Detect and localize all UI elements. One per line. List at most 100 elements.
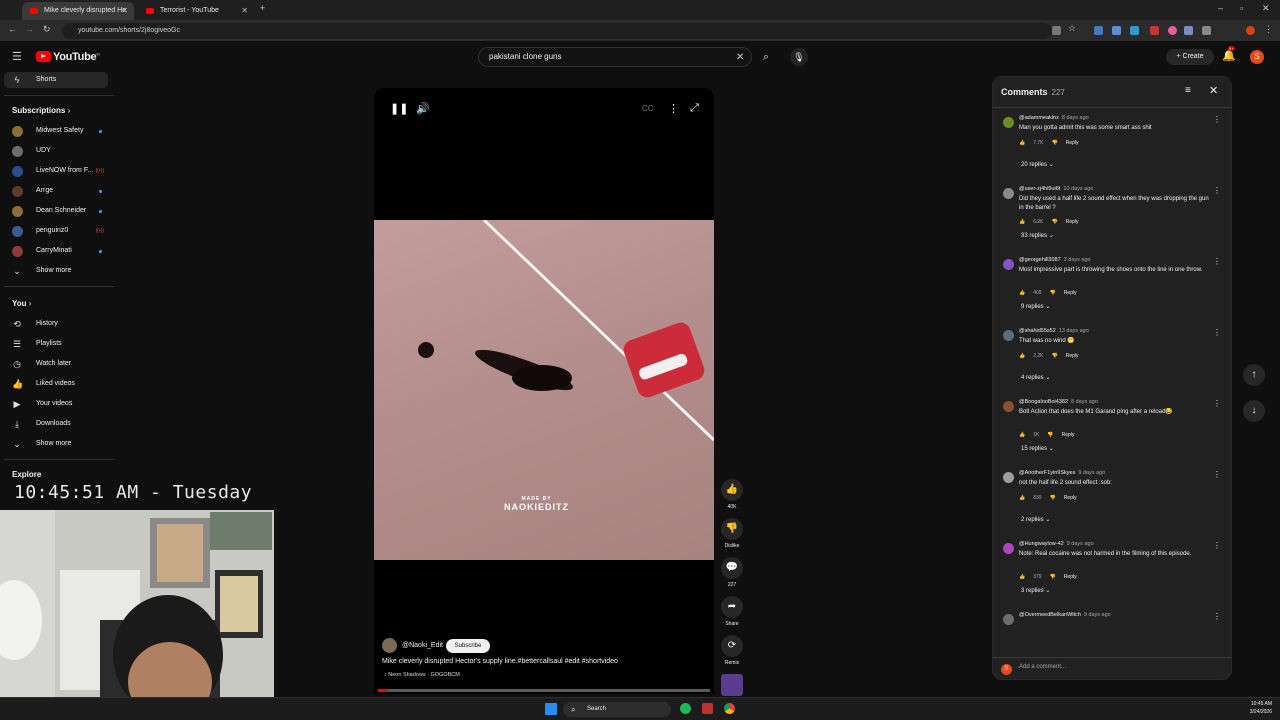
- taskbar-search[interactable]: ⌕ Search: [563, 702, 671, 717]
- cast-icon[interactable]: [1052, 26, 1061, 35]
- next-short-button[interactable]: ↓: [1243, 400, 1265, 422]
- pause-icon[interactable]: ❚❚: [390, 102, 408, 115]
- app-icon[interactable]: [702, 703, 713, 714]
- sidebar-item-shorts[interactable]: ϟ Shorts: [4, 72, 108, 88]
- comment-like-button[interactable]: 👍: [1019, 140, 1025, 146]
- create-button[interactable]: + Create: [1166, 49, 1214, 65]
- previous-short-button[interactable]: ↑: [1243, 364, 1265, 386]
- comment-replies-toggle[interactable]: 15 replies ⌄: [1021, 445, 1054, 452]
- extension-icon[interactable]: [1094, 26, 1103, 35]
- chrome-icon[interactable]: [724, 703, 735, 714]
- comment-replies-toggle[interactable]: 20 replies ⌄: [1021, 161, 1054, 168]
- comment-menu-icon[interactable]: ⋮: [1213, 115, 1221, 124]
- forward-icon[interactable]: →: [25, 24, 34, 34]
- browser-menu-icon[interactable]: ⋮: [1264, 24, 1273, 35]
- captions-icon[interactable]: CC: [642, 104, 654, 113]
- comment-dislike-button[interactable]: 👎: [1050, 290, 1056, 296]
- comment-dislike-button[interactable]: 👎: [1052, 353, 1058, 359]
- comment-reply-button[interactable]: Reply: [1062, 432, 1075, 438]
- browser-tab-active[interactable]: Mike cleverly disrupted He ✕: [22, 2, 134, 20]
- system-clock[interactable]: 10:45 AM 3/24/2026: [1250, 700, 1272, 716]
- comment-like-button[interactable]: 👍: [1019, 353, 1025, 359]
- comment-replies-toggle[interactable]: 3 replies ⌄: [1021, 587, 1050, 594]
- remix-button[interactable]: ⟳ Remix: [720, 635, 744, 666]
- comment-author[interactable]: @OvermeedBelkanWitch: [1019, 612, 1081, 618]
- more-options-icon[interactable]: ⋮: [668, 102, 679, 115]
- sidebar-subscription[interactable]: Dean Schneider: [4, 203, 108, 219]
- browser-tab[interactable]: Terrorist - YouTube ✕: [138, 2, 254, 20]
- url-field[interactable]: youtube.com/shorts/2j8ogiveoGc: [62, 23, 1052, 39]
- sidebar-subscription[interactable]: Arrge: [4, 183, 108, 199]
- bookmark-star-icon[interactable]: ☆: [1068, 23, 1076, 34]
- spotify-icon[interactable]: [680, 703, 691, 714]
- close-icon[interactable]: ✕: [1209, 84, 1218, 97]
- comment-avatar[interactable]: [1003, 472, 1014, 483]
- comment-menu-icon[interactable]: ⋮: [1213, 470, 1221, 479]
- back-icon[interactable]: ←: [8, 24, 17, 34]
- close-tab-icon[interactable]: ✕: [121, 2, 128, 20]
- sound-thumbnail[interactable]: [720, 674, 744, 699]
- music-credit[interactable]: ♪ Neon Shadows · GOGOBCM: [384, 672, 460, 678]
- comment-reply-button[interactable]: Reply: [1064, 495, 1077, 501]
- maximize-icon[interactable]: ▫: [1240, 3, 1243, 13]
- hamburger-menu-icon[interactable]: ☰: [12, 50, 22, 63]
- sidebar-item-playlists[interactable]: ☰ Playlists: [4, 336, 108, 352]
- comment-dislike-button[interactable]: 👎: [1050, 574, 1056, 580]
- search-input[interactable]: pakistani clone guns: [478, 47, 752, 67]
- comment-avatar[interactable]: [1003, 614, 1014, 625]
- comment-author[interactable]: @AnotherF1yin9Skyes: [1019, 470, 1075, 476]
- sidebar-subscription[interactable]: Midwest Safety: [4, 123, 108, 139]
- windows-start-icon[interactable]: [545, 703, 557, 715]
- video-title[interactable]: Mike cleverly disrupted Hector's supply …: [382, 658, 702, 665]
- dislike-button[interactable]: 👎 Dislike: [720, 518, 744, 549]
- comment-menu-icon[interactable]: ⋮: [1213, 328, 1221, 337]
- extension-icon[interactable]: [1184, 26, 1193, 35]
- comment-avatar[interactable]: [1003, 117, 1014, 128]
- new-tab-icon[interactable]: +: [260, 3, 265, 13]
- minimize-icon[interactable]: –: [1218, 3, 1223, 13]
- fullscreen-icon[interactable]: ⤢: [690, 102, 699, 115]
- search-button[interactable]: ⌕: [752, 47, 780, 67]
- voice-search-button[interactable]: 🎙: [790, 48, 808, 66]
- comment-replies-toggle[interactable]: 2 replies ⌄: [1021, 516, 1050, 523]
- like-button[interactable]: 👍 40K: [720, 479, 744, 510]
- comment-reply-button[interactable]: Reply: [1064, 290, 1077, 296]
- comment-menu-icon[interactable]: ⋮: [1213, 541, 1221, 550]
- volume-icon[interactable]: 🔊: [416, 102, 430, 115]
- close-tab-icon[interactable]: ✕: [241, 2, 248, 20]
- avatar[interactable]: S: [1250, 50, 1264, 64]
- close-window-icon[interactable]: ✕: [1262, 3, 1270, 14]
- comment-menu-icon[interactable]: ⋮: [1213, 612, 1221, 621]
- comment-menu-icon[interactable]: ⋮: [1213, 399, 1221, 408]
- show-more-you[interactable]: ⌄ Show more: [4, 436, 108, 452]
- comment-avatar[interactable]: [1003, 543, 1014, 554]
- comment-avatar[interactable]: [1003, 401, 1014, 412]
- comment-dislike-button[interactable]: 👎: [1052, 140, 1058, 146]
- sidebar-subscription[interactable]: CarryMinati: [4, 243, 108, 259]
- sort-icon[interactable]: ≡: [1185, 85, 1191, 96]
- comment-reply-button[interactable]: Reply: [1066, 140, 1079, 146]
- extension-icon[interactable]: [1130, 26, 1139, 35]
- comment-author[interactable]: @Hungwaylow-42: [1019, 541, 1064, 547]
- channel-avatar[interactable]: [382, 638, 397, 653]
- sidebar-item-your-videos[interactable]: ▶ Your videos: [4, 396, 108, 412]
- video-frame[interactable]: MADE BY NAOKIEDITZ: [374, 220, 714, 560]
- profile-icon[interactable]: [1246, 26, 1255, 35]
- extension-icon[interactable]: [1168, 26, 1177, 35]
- subscriptions-heading[interactable]: Subscriptions ›: [12, 106, 70, 115]
- show-more-subscriptions[interactable]: ⌄ Show more: [4, 263, 108, 279]
- comment-author[interactable]: @BoogalooBoi4382: [1019, 399, 1068, 405]
- comment-dislike-button[interactable]: 👎: [1047, 432, 1053, 438]
- sidebar-item-watch-later[interactable]: ◷ Watch later: [4, 356, 108, 372]
- comment-avatar[interactable]: [1003, 188, 1014, 199]
- channel-name[interactable]: @Naoki_Edit: [402, 638, 443, 654]
- extension-icon[interactable]: [1112, 26, 1121, 35]
- progress-bar[interactable]: [378, 689, 710, 692]
- comment-reply-button[interactable]: Reply: [1064, 574, 1077, 580]
- comment-avatar[interactable]: [1003, 330, 1014, 341]
- comment-author[interactable]: @georgehill3087: [1019, 257, 1061, 263]
- comment-like-button[interactable]: 👍: [1019, 219, 1025, 225]
- reload-icon[interactable]: ↻: [43, 24, 51, 35]
- comment-reply-button[interactable]: Reply: [1066, 353, 1079, 359]
- add-comment-input[interactable]: Add a comment...: [1019, 664, 1066, 670]
